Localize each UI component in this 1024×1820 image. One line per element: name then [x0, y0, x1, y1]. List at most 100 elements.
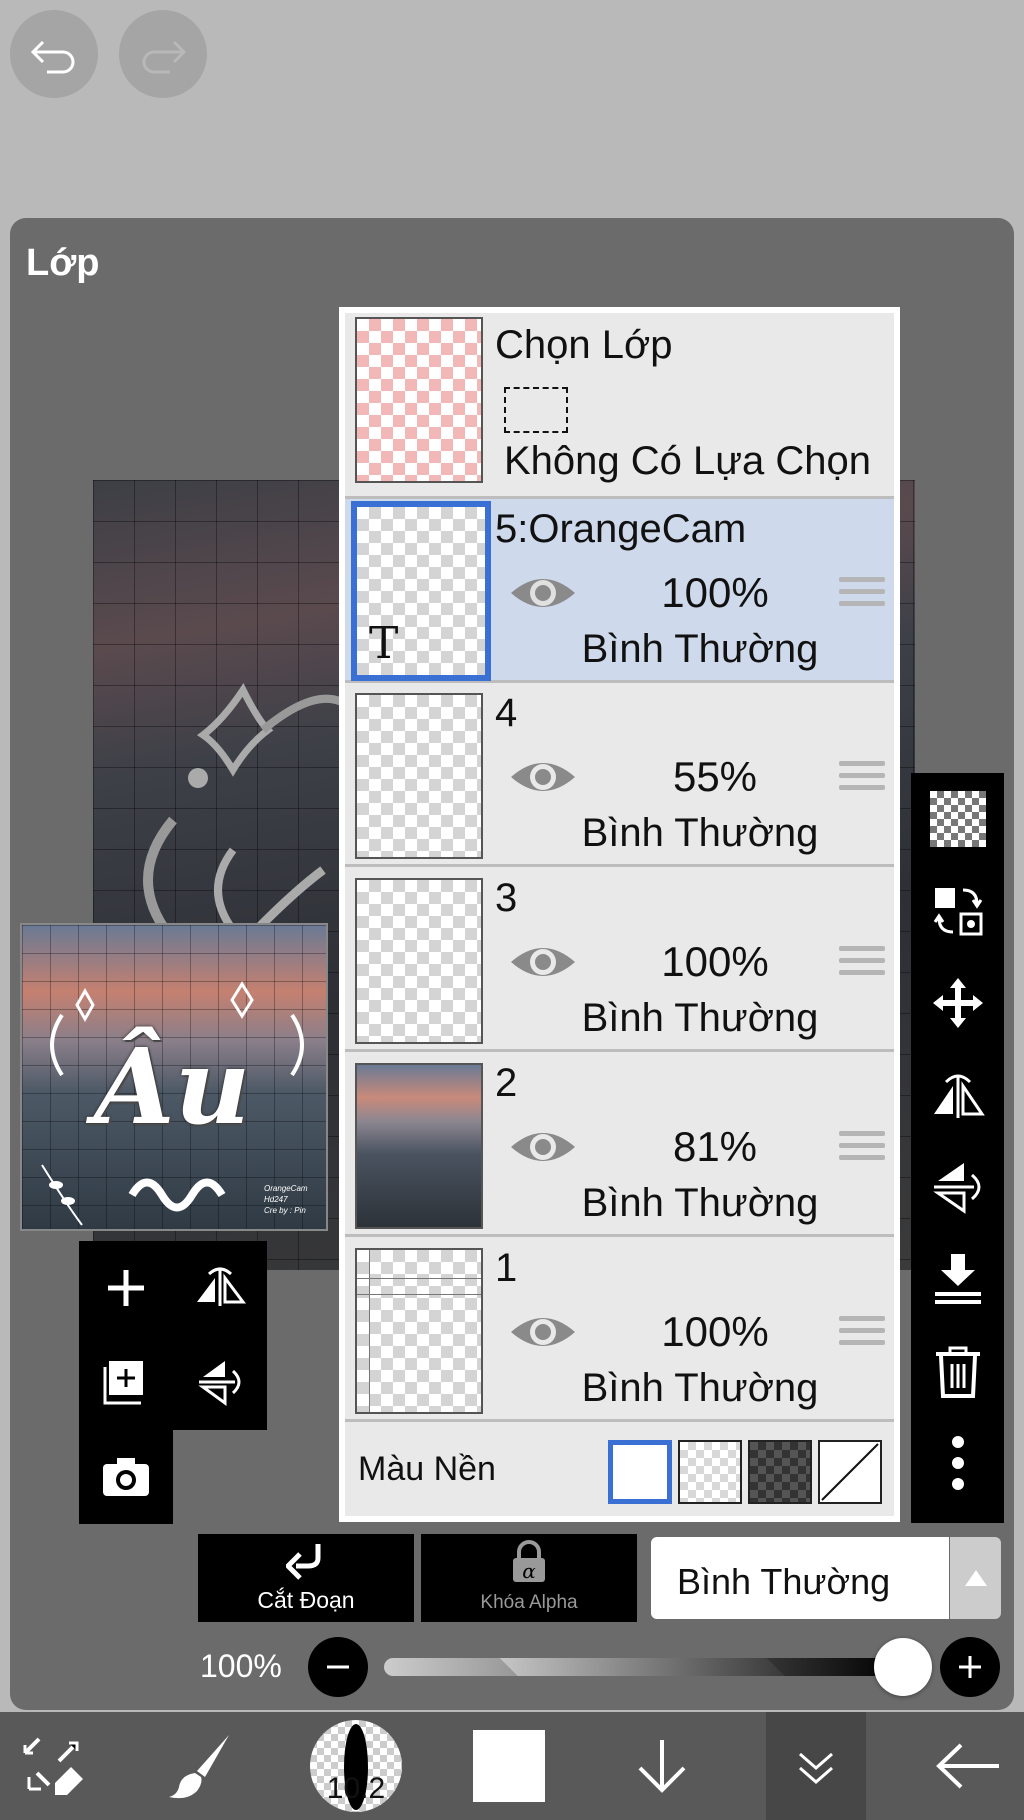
blend-mode-select[interactable]: Bình Thường — [651, 1537, 949, 1619]
back-button[interactable] — [918, 1712, 1018, 1820]
undo-icon — [30, 40, 75, 74]
flip-horizontal-icon — [933, 1074, 985, 1118]
undo-button[interactable] — [10, 10, 98, 98]
duplicate-layer-button[interactable] — [79, 1335, 173, 1429]
more-options-button[interactable] — [911, 1417, 1004, 1509]
alpha-lock-label: Khóa Alpha — [480, 1592, 578, 1613]
layer-row-4[interactable]: 4 55% Bình Thường — [345, 683, 894, 867]
layer-4-thumbnail — [355, 693, 483, 859]
transparency-button[interactable] — [911, 773, 1004, 865]
visibility-eye-icon[interactable] — [509, 1312, 577, 1352]
redo-icon — [142, 40, 187, 74]
layer-4-opacity[interactable]: 55% — [615, 753, 815, 801]
checker-icon — [929, 791, 986, 847]
layer-2-blend[interactable]: Bình Thường — [535, 1181, 865, 1226]
opacity-increase-button[interactable] — [940, 1637, 1000, 1697]
duplicate-icon — [103, 1361, 143, 1405]
camera-button[interactable] — [79, 1430, 173, 1524]
canvas-thumbnail[interactable]: Âu OrangeCam Hd247 Cre by : Pin — [20, 923, 328, 1231]
brush-icon — [169, 1735, 229, 1799]
opacity-value: 100% — [200, 1648, 282, 1684]
brush-size-preview: 10.2 — [310, 1720, 402, 1812]
visibility-eye-icon[interactable] — [509, 757, 577, 797]
layer-1-blend[interactable]: Bình Thường — [535, 1366, 865, 1411]
layer-1-name: 1 — [495, 1246, 518, 1290]
lock-icon: α — [513, 1540, 545, 1583]
flip-vertical-button[interactable] — [173, 1335, 267, 1429]
alpha-lock-button[interactable]: α Khóa Alpha — [421, 1534, 637, 1622]
visibility-eye-icon[interactable] — [509, 573, 577, 613]
layers-list: Chọn Lớp Không Có Lựa Chọn T 5:OrangeCam… — [339, 307, 900, 1522]
layer-down-button[interactable] — [612, 1712, 712, 1820]
plus-icon — [959, 1656, 981, 1678]
bottom-toolbar: 10.2 — [0, 1712, 1024, 1820]
color-button[interactable] — [459, 1712, 559, 1820]
drag-handle-icon[interactable] — [839, 761, 885, 795]
arrow-down-icon — [638, 1740, 686, 1793]
layer-1-thumbnail — [355, 1248, 483, 1414]
minus-icon — [327, 1665, 349, 1669]
selection-thumbnail — [355, 317, 483, 483]
move-button[interactable] — [911, 957, 1004, 1049]
layer-row-2[interactable]: 2 81% Bình Thường — [345, 1053, 894, 1237]
bg-transparent-light-option[interactable] — [678, 1440, 742, 1504]
delete-layer-button[interactable] — [911, 1325, 1004, 1417]
layers-toggle-button[interactable] — [766, 1712, 866, 1820]
visibility-eye-icon[interactable] — [509, 942, 577, 982]
blend-mode-dropdown-button[interactable] — [950, 1537, 1001, 1619]
layer-3-thumbnail — [355, 878, 483, 1044]
layer-1-opacity[interactable]: 100% — [615, 1308, 815, 1356]
swap-layer-button[interactable] — [911, 865, 1004, 957]
more-vertical-icon — [951, 1436, 964, 1490]
layer-row-1[interactable]: 1 100% Bình Thường — [345, 1238, 894, 1422]
merge-down-icon — [934, 1254, 981, 1304]
right-toolbar — [911, 773, 1004, 1523]
drag-handle-icon[interactable] — [839, 577, 885, 611]
redo-button[interactable] — [119, 10, 207, 98]
flip-horizontal-icon — [197, 1267, 246, 1306]
panel-title: Lớp — [26, 242, 100, 284]
bg-transparent-dark-option[interactable] — [748, 1440, 812, 1504]
flip-vertical-icon — [198, 1361, 241, 1406]
add-layer-button[interactable] — [79, 1241, 173, 1335]
opacity-decrease-button[interactable] — [308, 1637, 368, 1697]
flip-horizontal-layer-button[interactable] — [911, 1049, 1004, 1141]
color-swatch — [473, 1730, 545, 1802]
drag-handle-icon[interactable] — [839, 946, 885, 980]
layer-3-name: 3 — [495, 876, 518, 920]
layer-4-blend[interactable]: Bình Thường — [535, 811, 865, 856]
drag-handle-icon[interactable] — [839, 1131, 885, 1165]
clipping-label: Cắt Đoạn — [257, 1587, 355, 1613]
tool-transform-button[interactable] — [4, 1712, 104, 1820]
selection-layer-name: Chọn Lớp — [495, 323, 673, 367]
camera-icon — [103, 1458, 149, 1496]
text-layer-icon: T — [369, 618, 399, 669]
drag-handle-icon[interactable] — [839, 1316, 885, 1350]
double-chevron-down-icon — [799, 1752, 833, 1784]
selection-layer-row[interactable]: Chọn Lớp Không Có Lựa Chọn — [345, 313, 894, 499]
layer-5-blend[interactable]: Bình Thường — [535, 627, 865, 672]
brush-size-button[interactable]: 10.2 — [306, 1712, 406, 1820]
layer-row-3[interactable]: 3 100% Bình Thường — [345, 868, 894, 1052]
layer-5-opacity[interactable]: 100% — [615, 569, 815, 617]
flip-vertical-layer-button[interactable] — [911, 1141, 1004, 1233]
layer-3-blend[interactable]: Bình Thường — [535, 996, 865, 1041]
arrow-left-icon — [936, 1743, 999, 1789]
visibility-eye-icon[interactable] — [509, 1127, 577, 1167]
triangle-up-icon — [964, 1570, 987, 1586]
flip-horizontal-button[interactable] — [173, 1241, 267, 1335]
layer-2-name: 2 — [495, 1061, 518, 1105]
layer-3-opacity[interactable]: 100% — [615, 938, 815, 986]
clipping-button[interactable]: Cắt Đoạn — [198, 1534, 414, 1622]
move-icon — [932, 978, 983, 1028]
opacity-slider[interactable] — [384, 1658, 900, 1676]
merge-down-button[interactable] — [911, 1233, 1004, 1325]
thumbnail-title: Âu — [94, 1025, 251, 1148]
layer-row-5[interactable]: T 5:OrangeCam 100% Bình Thường — [345, 499, 894, 683]
tool-brush-button[interactable] — [152, 1712, 252, 1820]
bg-white-option[interactable] — [608, 1440, 672, 1504]
brush-size-value: 10.2 — [326, 1772, 386, 1805]
bg-none-option[interactable] — [818, 1440, 882, 1504]
opacity-slider-thumb[interactable] — [874, 1638, 932, 1696]
layer-2-opacity[interactable]: 81% — [615, 1123, 815, 1171]
